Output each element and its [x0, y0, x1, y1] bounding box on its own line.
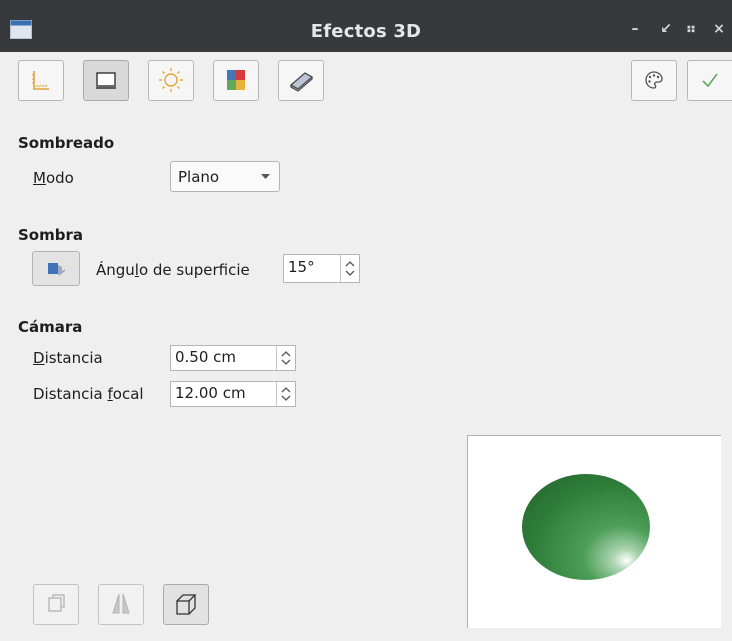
- focal-label-post: ocal: [112, 385, 144, 403]
- checkmark-icon: [702, 73, 718, 88]
- window-title: Efectos 3D: [310, 21, 422, 42]
- focal-length-value: 12.00 cm: [175, 384, 246, 402]
- chevron-down-icon: [261, 174, 270, 179]
- focal-label-pre: Distancia: [33, 385, 108, 403]
- illumination-button[interactable]: [148, 60, 194, 101]
- preview-sphere: [522, 474, 650, 580]
- mode-value: Plano: [178, 168, 220, 186]
- material-icon: [289, 72, 314, 92]
- distance-label-rest: istancia: [44, 349, 103, 367]
- color-squares-icon: [227, 70, 245, 90]
- up-down-arrows-icon: [281, 351, 291, 365]
- surface-angle-stepper[interactable]: [340, 255, 359, 282]
- apply-button[interactable]: [687, 60, 732, 101]
- shadow-heading: Sombra: [18, 226, 83, 244]
- cube-icon: [176, 594, 197, 615]
- shadow-icon: [48, 263, 65, 276]
- camera-heading: Cámara: [18, 318, 83, 336]
- close-button[interactable]: ×: [711, 20, 727, 38]
- material-button[interactable]: [278, 60, 324, 101]
- rectangle-icon: [96, 72, 116, 89]
- restore-button[interactable]: ↙: [658, 20, 674, 38]
- mode-label-mnemonic: M: [33, 169, 46, 187]
- perspective-icon: [112, 593, 130, 614]
- distance-label-mnemonic: D: [33, 349, 45, 367]
- palette-icon: [645, 71, 663, 89]
- assign-button[interactable]: [631, 60, 677, 101]
- distance-label: Distancia: [33, 349, 103, 367]
- textures-button[interactable]: [213, 60, 259, 101]
- sun-icon: [159, 68, 183, 92]
- preview-pane: [467, 435, 721, 628]
- title-bar: Efectos 3D – ↙ ⠶ ×: [0, 0, 732, 52]
- cube-button[interactable]: [163, 584, 209, 625]
- distance-value: 0.50 cm: [175, 348, 237, 366]
- axes-icon: [32, 71, 49, 90]
- up-down-arrows-icon: [345, 261, 355, 276]
- surface-angle-spinbox[interactable]: 15°: [283, 254, 360, 283]
- shading-heading: Sombreado: [18, 134, 115, 152]
- distance-spinbox[interactable]: 0.50 cm: [170, 345, 296, 371]
- perspective-button[interactable]: [98, 584, 144, 625]
- maximize-button[interactable]: ⠶: [683, 20, 699, 38]
- minimize-button[interactable]: –: [627, 20, 643, 38]
- up-down-arrows-icon: [281, 387, 291, 401]
- convert-3d-button[interactable]: [33, 584, 79, 625]
- mode-dropdown[interactable]: Plano: [170, 161, 280, 192]
- mode-label: Modo: [33, 169, 74, 187]
- geometry-button[interactable]: [18, 60, 64, 101]
- focal-length-spinbox[interactable]: 12.00 cm: [170, 381, 296, 407]
- surface-angle-label-post: o de superficie: [138, 261, 250, 279]
- shadow-toggle-button[interactable]: [32, 251, 80, 286]
- surface-angle-value: 15°: [288, 258, 315, 276]
- focal-length-stepper[interactable]: [276, 382, 295, 406]
- focal-length-label: Distancia focal: [33, 385, 144, 403]
- distance-stepper[interactable]: [276, 346, 295, 370]
- surface-angle-label-pre: Ángu: [96, 261, 135, 279]
- mode-label-rest: odo: [45, 169, 74, 187]
- convert-3d-icon: [48, 594, 65, 612]
- shading-button[interactable]: [83, 60, 129, 101]
- surface-angle-label: Ángulo de superficie: [96, 261, 250, 279]
